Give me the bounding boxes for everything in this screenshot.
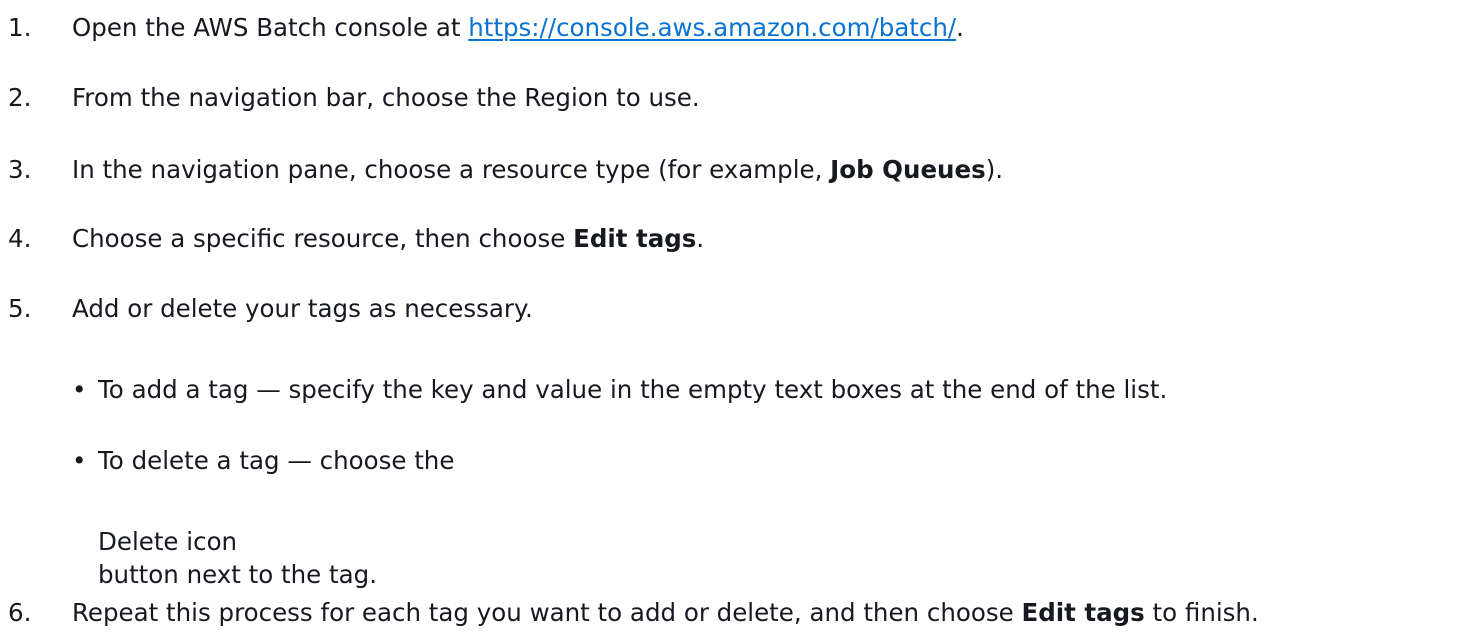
step-text-before: Choose a specific resource, then choose — [72, 224, 574, 253]
step-text-before: Open the AWS Batch console at — [72, 13, 469, 42]
step-text: From the navigation bar, choose the Regi… — [72, 83, 700, 112]
step-number: 2. — [8, 83, 32, 112]
step-text-after: . — [956, 13, 964, 42]
step-text: Repeat this process for each tag you wan… — [72, 598, 1259, 628]
bullet-text-after: button next to the tag. — [98, 560, 377, 589]
delete-icon[interactable]: Delete icon — [98, 527, 237, 557]
step-text: Add or delete your tags as necessary. — [72, 294, 533, 323]
step-number: 1. — [8, 13, 32, 42]
edit-tags-label: Edit tags — [1021, 598, 1145, 627]
step-text: Open the AWS Batch console at https://co… — [72, 13, 964, 43]
edit-tags-label: Edit tags — [573, 224, 697, 253]
step-number: 3. — [8, 155, 32, 184]
step-text-after: ). — [985, 155, 1004, 184]
bullet-text: To add a tag — specify the key and value… — [98, 375, 1168, 404]
step-text-before: In the navigation pane, choose a resourc… — [72, 155, 831, 184]
job-queues-label: Job Queues — [830, 155, 986, 184]
step-text-before: Repeat this process for each tag you wan… — [72, 598, 1022, 627]
step-text-after: to finish. — [1144, 598, 1259, 627]
step-text-after: . — [696, 224, 705, 253]
bullet-dot: • — [72, 375, 87, 404]
step-number: 6. — [8, 598, 32, 627]
bullet-text: To delete a tag — choose the — [98, 446, 455, 475]
bullet-dot: • — [72, 446, 87, 475]
step-text: Choose a specific resource, then choose … — [72, 224, 704, 254]
step-text: In the navigation pane, choose a resourc… — [72, 155, 1003, 185]
aws-batch-console-link[interactable]: https://console.aws.amazon.com/batch/ — [468, 13, 956, 42]
step-number: 5. — [8, 294, 32, 323]
step-number: 4. — [8, 224, 32, 253]
